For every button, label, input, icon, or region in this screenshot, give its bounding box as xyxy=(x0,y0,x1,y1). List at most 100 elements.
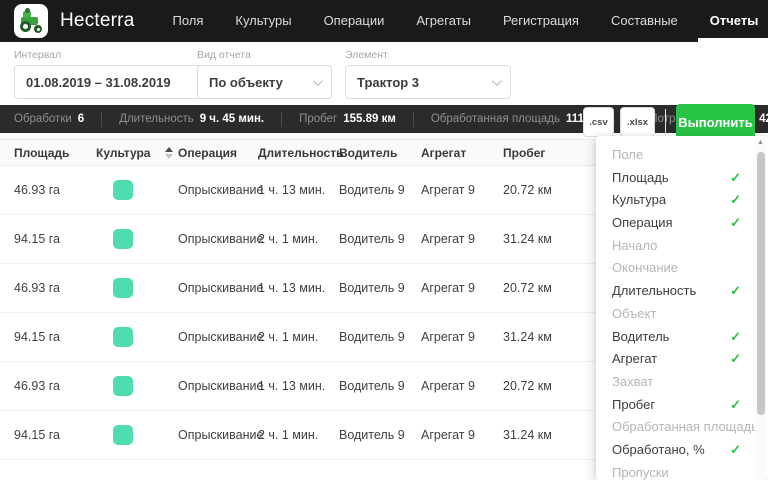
stat-label: Длительность xyxy=(119,113,194,125)
cell-area: 46.93 га xyxy=(14,183,96,197)
column-option-1[interactable]: Площадь✓ xyxy=(596,167,768,190)
column-option-2[interactable]: Культура✓ xyxy=(596,189,768,212)
column-option-label: Пробег xyxy=(612,397,655,412)
run-report-button[interactable]: Выполнить xyxy=(676,104,755,140)
cell-duration: 1 ч. 13 мин. xyxy=(258,281,339,295)
column-option-7[interactable]: Объект xyxy=(596,303,768,326)
cell-culture xyxy=(96,180,178,200)
column-header-3[interactable]: Длительность xyxy=(258,146,339,160)
column-option-14[interactable]: Пропуски xyxy=(596,462,768,480)
column-option-label: Обработанная площадь xyxy=(612,419,758,434)
nav-item-3[interactable]: Агрегаты xyxy=(400,0,487,42)
column-option-label: Операция xyxy=(612,215,673,230)
column-option-label: Окончание xyxy=(612,260,678,275)
column-option-8[interactable]: Водитель ✓ xyxy=(596,326,768,349)
element-filter: Элемент Трактор 3 xyxy=(345,49,511,99)
nav-item-2[interactable]: Операции xyxy=(308,0,401,42)
chevron-down-icon xyxy=(492,76,502,86)
sort-up-arrow xyxy=(165,147,173,152)
top-nav: Hecterra ПоляКультурыОперацииАгрегатыРег… xyxy=(0,0,768,42)
column-option-11[interactable]: Пробег✓ xyxy=(596,394,768,417)
stat-label: Пробег xyxy=(299,113,337,125)
column-option-0[interactable]: Поле xyxy=(596,144,768,167)
column-option-label: Площадь xyxy=(612,170,669,185)
column-option-9[interactable]: Агрегат✓ xyxy=(596,348,768,371)
app-title: Hecterra xyxy=(60,10,134,32)
cell-operation: Опрыскивание xyxy=(178,281,258,295)
panel-scrollbar[interactable]: ▲ xyxy=(755,137,766,480)
cell-area: 46.93 га xyxy=(14,281,96,295)
column-option-5[interactable]: Окончание xyxy=(596,257,768,280)
culture-swatch xyxy=(113,229,133,249)
column-option-13[interactable]: Обработано, %✓ xyxy=(596,439,768,462)
nav-item-6[interactable]: Отчеты xyxy=(694,0,768,42)
nav-item-0[interactable]: Поля xyxy=(156,0,219,42)
export-csv-button[interactable]: .csv xyxy=(583,107,614,137)
column-header-0[interactable]: Площадь xyxy=(14,146,96,160)
cell-operation: Опрыскивание xyxy=(178,330,258,344)
culture-swatch xyxy=(113,327,133,347)
cell-area: 94.15 га xyxy=(14,232,96,246)
element-value: Трактор 3 xyxy=(357,75,419,90)
column-header-label: Длительность xyxy=(258,146,343,160)
column-option-12[interactable]: Обработанная площадь xyxy=(596,416,768,439)
column-header-label: Водитель xyxy=(339,146,397,160)
culture-swatch xyxy=(113,278,133,298)
column-option-6[interactable]: Длительность✓ xyxy=(596,280,768,303)
filter-bar: Интервал 01.08.2019 – 31.08.2019 Вид отч… xyxy=(0,42,768,105)
cell-area: 94.15 га xyxy=(14,428,96,442)
check-icon: ✓ xyxy=(730,348,741,371)
report-type-filter: Вид отчета По объекту xyxy=(197,49,332,99)
cell-duration: 2 ч. 1 мин. xyxy=(258,428,339,442)
check-icon: ✓ xyxy=(730,189,741,212)
sort-asc-icon[interactable] xyxy=(165,147,173,159)
report-type-select[interactable]: По объекту xyxy=(197,65,332,99)
cell-area: 94.15 га xyxy=(14,330,96,344)
cell-driver: Водитель 9 xyxy=(339,281,421,295)
nav-item-5[interactable]: Составные xyxy=(595,0,694,42)
stat-label: Обработки xyxy=(14,113,72,125)
column-header-1[interactable]: Культура xyxy=(96,146,178,160)
column-chooser-panel: ПолеПлощадь✓Культура✓Операция✓НачалоОкон… xyxy=(596,136,768,480)
cell-operation: Опрыскивание xyxy=(178,232,258,246)
cell-implement: Агрегат 9 xyxy=(421,330,503,344)
nav-item-1[interactable]: Культуры xyxy=(219,0,307,42)
column-option-3[interactable]: Операция✓ xyxy=(596,212,768,235)
scroll-up-icon[interactable]: ▲ xyxy=(755,137,766,149)
cell-implement: Агрегат 9 xyxy=(421,232,503,246)
cell-driver: Водитель 9 xyxy=(339,232,421,246)
cell-driver: Водитель 9 xyxy=(339,379,421,393)
column-header-5[interactable]: Агрегат xyxy=(421,146,503,160)
column-header-2[interactable]: Операция xyxy=(178,146,258,160)
export-xlsx-button[interactable]: .xlsx xyxy=(620,107,655,137)
nav-item-4[interactable]: Регистрация xyxy=(487,0,595,42)
cell-implement: Агрегат 9 xyxy=(421,183,503,197)
cell-operation: Опрыскивание xyxy=(178,379,258,393)
cell-area: 46.93 га xyxy=(14,379,96,393)
column-header-4[interactable]: Водитель xyxy=(339,146,421,160)
column-option-4[interactable]: Начало xyxy=(596,235,768,258)
element-select[interactable]: Трактор 3 xyxy=(345,65,511,99)
check-icon: ✓ xyxy=(730,439,741,462)
cell-culture xyxy=(96,327,178,347)
column-option-label: Водитель xyxy=(612,329,669,344)
column-header-label: Операция xyxy=(178,146,237,160)
scrollbar-thumb[interactable] xyxy=(757,152,765,415)
chevron-down-icon xyxy=(313,76,323,86)
column-header-label: Пробег xyxy=(503,146,545,160)
column-header-label: Культура xyxy=(96,146,150,160)
stat-value: 42.15 л xyxy=(759,113,768,125)
nav-menu: ПоляКультурыОперацииАгрегатыРегистрацияС… xyxy=(156,0,768,42)
cell-culture xyxy=(96,376,178,396)
stat-value: 155.89 км xyxy=(343,113,396,125)
report-type-value: По объекту xyxy=(209,75,283,90)
check-icon: ✓ xyxy=(730,326,741,349)
cell-culture xyxy=(96,278,178,298)
cell-duration: 1 ч. 13 мин. xyxy=(258,183,339,197)
check-icon: ✓ xyxy=(730,280,741,303)
app-logo[interactable] xyxy=(14,4,48,38)
stat-value: 9 ч. 45 мин. xyxy=(200,113,264,125)
column-option-10[interactable]: Захват xyxy=(596,371,768,394)
cell-duration: 2 ч. 1 мин. xyxy=(258,232,339,246)
stat-item-0: Обработки6 xyxy=(14,112,101,127)
